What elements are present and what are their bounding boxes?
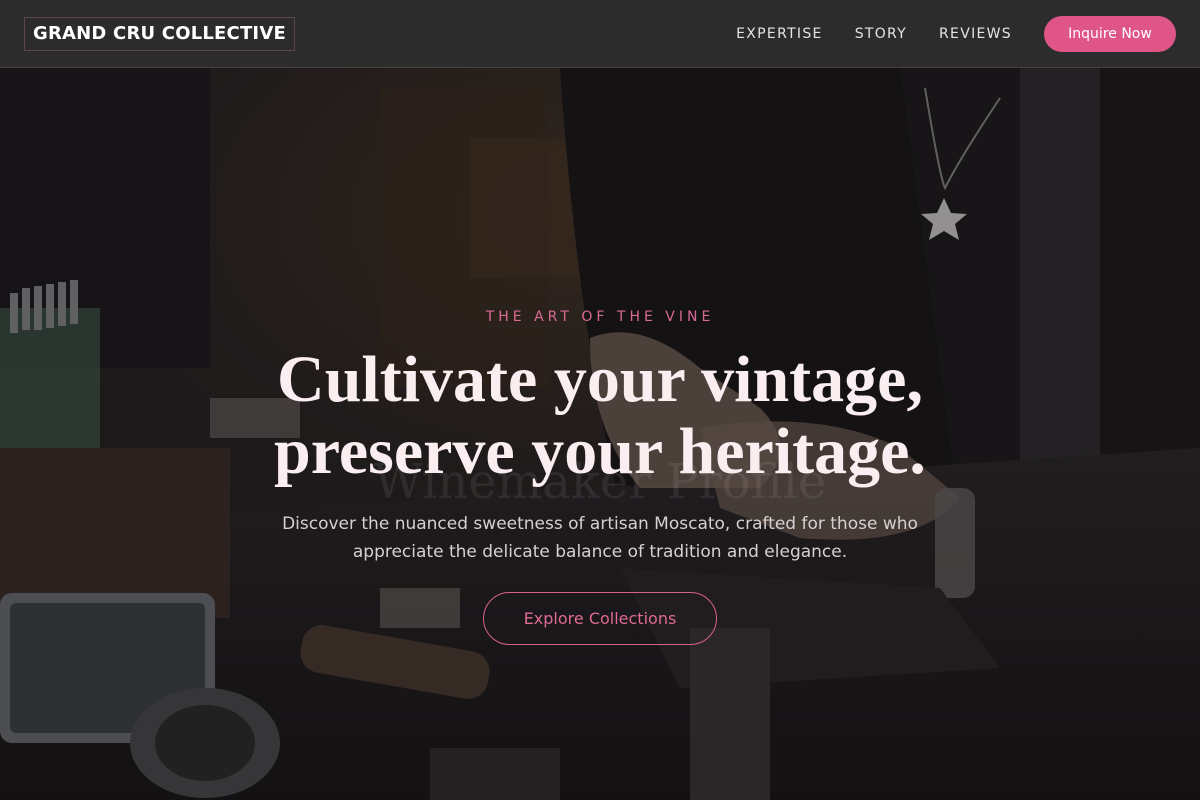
hero-subtext: Discover the nuanced sweetness of artisa… [282,514,918,562]
hero-headline: Cultivate your vintage, preserve your he… [0,344,1200,488]
nav-link-story[interactable]: STORY [855,26,907,42]
nav-link-expertise[interactable]: EXPERTISE [736,26,823,42]
hero-headline-line-2: preserve your heritage. [274,415,926,488]
nav-link-reviews[interactable]: REVIEWS [939,26,1012,42]
hero-eyebrow: THE ART OF THE VINE [485,309,715,325]
hero-section: THE ART OF THE VINE Winemaker Profile Cu… [0,68,1200,800]
hero-headline-line-1: Cultivate your vintage, [277,343,923,416]
explore-collections-button[interactable]: Explore Collections [483,592,717,645]
inquire-now-button[interactable]: Inquire Now [1044,16,1176,52]
nav-links: EXPERTISE STORY REVIEWS [736,0,1012,68]
brand-logo[interactable]: GRAND CRU COLLECTIVE [24,17,295,51]
top-navbar: GRAND CRU COLLECTIVE EXPERTISE STORY REV… [0,0,1200,68]
